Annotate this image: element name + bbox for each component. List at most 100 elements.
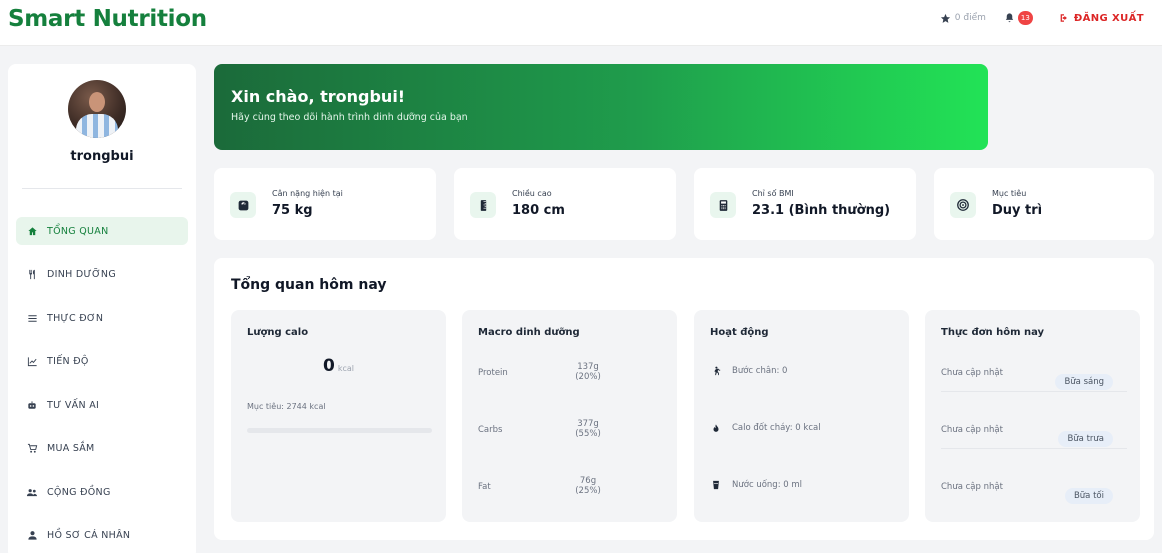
brand-logo[interactable]: Smart Nutrition: [8, 6, 207, 32]
stat-label: Mục tiêu: [992, 189, 1027, 198]
stat-label: Chỉ số BMI: [752, 189, 794, 198]
sidebar-item-label: TƯ VẤN AI: [47, 399, 100, 411]
walking-icon: [710, 365, 722, 377]
activity-row-water: Nước uống: 0 ml: [710, 479, 802, 491]
top-actions: 0 điểm 13 ĐĂNG XUẤT: [940, 9, 1144, 27]
meal-tag: Bữa trưa: [1058, 431, 1113, 447]
sidebar-item-community[interactable]: CỘNG ĐỒNG: [16, 478, 188, 506]
avatar[interactable]: [68, 80, 126, 138]
stat-card-bmi: Chỉ số BMI 23.1 (Bình thường): [694, 168, 916, 240]
stat-value: Duy trì: [992, 203, 1043, 218]
meal-tag: Bữa sáng: [1055, 374, 1113, 390]
target-icon: [950, 192, 976, 218]
user-icon: [26, 529, 38, 541]
list-icon: [26, 312, 38, 324]
sidebar-item-shopping[interactable]: MUA SẮM: [16, 434, 188, 462]
today-overview-panel: Tổng quan hôm nay Lượng calo 0 kcal Mục t…: [214, 258, 1154, 540]
activity-label: Nước uống: 0 ml: [732, 480, 803, 490]
activity-card: Hoạt động Bước chân: 0 Calo đốt cháy: 0 …: [694, 310, 909, 522]
macro-name: Carbs: [478, 425, 503, 435]
users-icon: [26, 486, 38, 498]
stat-value: 180 cm: [512, 203, 565, 218]
stat-card-goal: Mục tiêu Duy trì: [934, 168, 1154, 240]
calories-card: Lượng calo 0 kcal Mục tiêu: 2744 kcal: [231, 310, 446, 522]
logout-button[interactable]: ĐĂNG XUẤT: [1059, 13, 1144, 24]
sidebar-item-ai-advice[interactable]: TƯ VẤN AI: [16, 391, 188, 419]
card-title: Hoạt động: [710, 327, 769, 338]
macro-percent: (25%): [575, 486, 601, 496]
today-menu-card: Thực đơn hôm nay Chưa cập nhật Bữa sáng …: [925, 310, 1140, 522]
menu-row-lunch[interactable]: Chưa cập nhật Bữa trưa: [941, 425, 1127, 449]
card-title: Lượng calo: [247, 327, 309, 338]
notifications-button[interactable]: 13: [1004, 11, 1033, 25]
sidebar-item-label: MUA SẮM: [47, 442, 95, 454]
sidebar-item-label: THỰC ĐƠN: [47, 312, 104, 324]
bell-icon: [1005, 13, 1014, 23]
calculator-icon: [710, 192, 736, 218]
macro-percent: (55%): [575, 429, 601, 439]
calories-progress-bar: [247, 428, 432, 433]
sidebar-item-label: TIẾN ĐỘ: [47, 355, 89, 367]
sidebar-item-label: TỔNG QUAN: [47, 225, 109, 237]
macro-value: 377g (55%): [568, 419, 608, 439]
avatar-face: [89, 92, 105, 112]
stat-card-weight: Cân nặng hiện tại 75 kg: [214, 168, 436, 240]
card-title: Macro dinh dưỡng: [478, 327, 580, 338]
macros-card: Macro dinh dưỡng Protein 137g (20%) Carbs…: [462, 310, 677, 522]
sidebar-item-menu[interactable]: THỰC ĐƠN: [16, 304, 188, 332]
home-icon: [26, 225, 38, 237]
calories-unit: kcal: [337, 364, 354, 373]
robot-icon: [26, 399, 38, 411]
points-display[interactable]: 0 điểm: [940, 13, 986, 24]
avatar-shirt: [76, 114, 118, 138]
section-title: Tổng quan hôm nay: [231, 277, 387, 293]
star-icon: [940, 13, 950, 23]
sidebar-item-nutrition[interactable]: DINH DƯỠNG: [16, 260, 188, 288]
notification-badge: 13: [1017, 11, 1033, 25]
macro-percent: (20%): [575, 372, 601, 382]
activity-row-calories-burned: Calo đốt cháy: 0 kcal: [710, 422, 821, 434]
sidebar-item-label: HỒ SƠ CÁ NHÂN: [47, 529, 131, 541]
welcome-banner: Xin chào, trongbui! Hãy cùng theo dõi hà…: [214, 64, 988, 150]
sidebar: trongbui TỔNG QUAN DINH DƯỠNG THỰC ĐƠN T…: [8, 64, 196, 553]
menu-row-breakfast[interactable]: Chưa cập nhật Bữa sáng: [941, 368, 1127, 392]
utensils-icon: [26, 268, 38, 280]
meal-tag: Bữa tối: [1064, 488, 1113, 504]
calories-goal: Mục tiêu: 2744 kcal: [247, 402, 326, 411]
sidebar-item-profile[interactable]: HỒ SƠ CÁ NHÂN: [16, 521, 188, 549]
stat-label: Chiều cao: [512, 189, 552, 198]
welcome-title: Xin chào, trongbui!: [231, 87, 406, 106]
points-label: 0 điểm: [954, 13, 986, 23]
stat-value: 23.1 (Bình thường): [752, 203, 891, 218]
ruler-icon: [470, 192, 496, 218]
macro-name: Fat: [478, 482, 491, 492]
menu-status: Chưa cập nhật: [941, 368, 1003, 378]
macro-grams: 76g: [579, 476, 597, 486]
menu-status: Chưa cập nhật: [941, 482, 1003, 492]
water-glass-icon: [710, 479, 722, 491]
macro-value: 137g (20%): [568, 362, 608, 382]
welcome-subtitle: Hãy cùng theo dõi hành trình dinh dưỡng …: [231, 112, 468, 123]
stat-label: Cân nặng hiện tại: [272, 189, 343, 198]
weight-scale-icon: [230, 192, 256, 218]
username: trongbui: [70, 149, 134, 164]
sidebar-item-label: CỘNG ĐỒNG: [47, 486, 111, 498]
logout-label: ĐĂNG XUẤT: [1073, 12, 1144, 24]
menu-row-dinner[interactable]: Chưa cập nhật Bữa tối: [941, 482, 1127, 506]
activity-label: Calo đốt cháy: 0 kcal: [732, 423, 821, 433]
calories-value: 0 kcal: [231, 356, 446, 376]
stat-card-height: Chiều cao 180 cm: [454, 168, 676, 240]
top-bar: Smart Nutrition 0 điểm 13 ĐĂNG XUẤT: [0, 0, 1162, 46]
stat-value: 75 kg: [272, 203, 313, 218]
activity-label: Bước chân: 0: [732, 366, 788, 376]
sidebar-divider: [22, 188, 182, 189]
fire-icon: [710, 422, 722, 434]
chart-line-icon: [26, 355, 38, 367]
macro-name: Protein: [478, 368, 508, 378]
sidebar-item-progress[interactable]: TIẾN ĐỘ: [16, 347, 188, 375]
macro-value: 76g (25%): [568, 476, 608, 496]
macro-grams: 377g: [577, 419, 599, 429]
activity-row-steps: Bước chân: 0: [710, 365, 787, 377]
calories-number: 0: [323, 356, 335, 376]
sidebar-item-overview[interactable]: TỔNG QUAN: [16, 217, 188, 245]
